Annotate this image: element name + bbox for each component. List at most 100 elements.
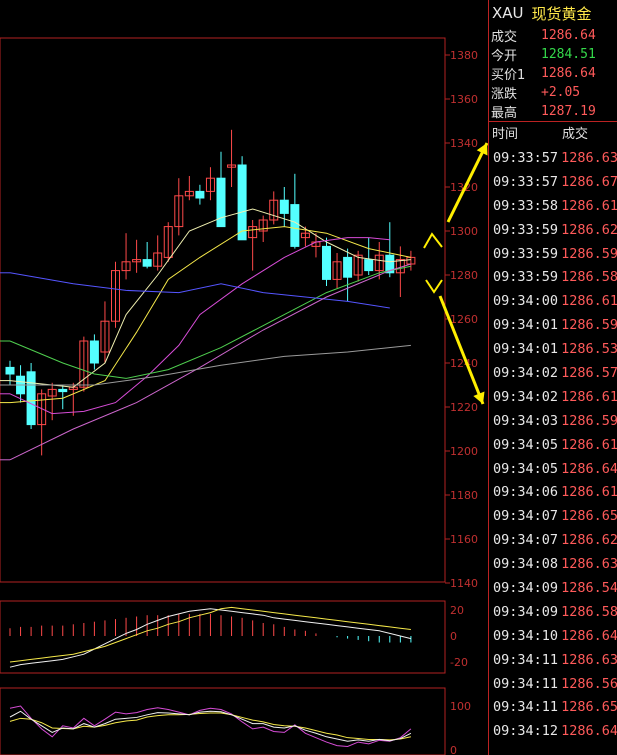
tick-time: 09:33:58 bbox=[493, 197, 559, 214]
tick-row: 09:34:12 1286.64 bbox=[489, 719, 617, 743]
tick-time: 09:34:02 bbox=[493, 364, 559, 381]
tick-time: 09:34:08 bbox=[493, 556, 559, 573]
price-tick-label: 1280 bbox=[450, 269, 478, 282]
tick-time: 09:33:57 bbox=[493, 173, 559, 190]
tick-time: 09:34:01 bbox=[493, 341, 559, 358]
kdj-tick-label: 100 bbox=[450, 700, 471, 713]
quote-label: 成交 bbox=[491, 30, 518, 45]
quote-rows: 成交 1286.64 今开 1284.51 买价1 1286.64 涨跌 +2.05 最高 128… bbox=[489, 26, 617, 121]
quote-value: 1287.19 bbox=[541, 104, 596, 119]
tick-time: 09:33:59 bbox=[493, 245, 559, 262]
tick-row: 09:34:10 1286.64 bbox=[489, 624, 617, 648]
moving-average-line bbox=[9, 263, 412, 461]
quote-value: 1286.64 bbox=[541, 28, 596, 43]
tick-row: 09:34:08 1286.63 bbox=[489, 552, 617, 576]
tick-row: 09:34:00 1286.61 bbox=[489, 289, 617, 313]
moving-average-line bbox=[9, 208, 411, 388]
price-tick-label: 1260 bbox=[450, 313, 478, 326]
tick-price: 1286.65 bbox=[561, 508, 617, 525]
tick-time: 09:34:09 bbox=[493, 603, 559, 620]
tick-price: 1286.62 bbox=[561, 221, 617, 238]
price-tick-label: 1180 bbox=[450, 489, 478, 502]
time-column-header: 时间 bbox=[492, 127, 519, 142]
tick-price: 1286.54 bbox=[561, 579, 617, 596]
quote-row: 成交 1286.64 bbox=[489, 26, 617, 45]
arrow-chevron-down bbox=[425, 279, 443, 294]
tick-row: 09:34:09 1286.54 bbox=[489, 576, 617, 600]
candle-body bbox=[364, 259, 374, 272]
price-tick-label: 1380 bbox=[450, 49, 478, 62]
quote-label: 最高 bbox=[491, 106, 518, 121]
price-tick-label: 1340 bbox=[450, 137, 478, 150]
tick-time: 09:34:05 bbox=[493, 460, 559, 477]
ticks-list[interactable]: 09:33:57 1286.63 09:33:57 1286.67 09:33:58 12… bbox=[489, 146, 617, 743]
tick-price: 1286.64 bbox=[561, 460, 617, 477]
tick-row: 09:34:05 1286.61 bbox=[489, 433, 617, 457]
quote-label: 今开 bbox=[491, 49, 518, 64]
tick-price: 1286.61 bbox=[561, 436, 617, 453]
candle-body bbox=[89, 340, 99, 364]
price-tick-label: 1200 bbox=[450, 445, 478, 458]
tick-price: 1286.61 bbox=[561, 388, 617, 405]
symbol-code: XAU bbox=[492, 4, 524, 22]
tick-time: 09:34:01 bbox=[493, 317, 559, 334]
candle-body bbox=[26, 371, 36, 426]
tick-row: 09:34:07 1286.65 bbox=[489, 504, 617, 528]
quote-side-panel: XAU 现货黄金 成交 1286.64 今开 1284.51 买价1 1286.64 涨跌 +… bbox=[488, 0, 617, 755]
tick-price: 1286.56 bbox=[561, 675, 617, 692]
moving-average-line bbox=[9, 226, 412, 404]
tick-price: 1286.61 bbox=[561, 197, 617, 214]
tick-price: 1286.64 bbox=[561, 723, 617, 740]
price-tick-label: 1160 bbox=[450, 533, 478, 546]
kdj-tick-label: 0 bbox=[450, 744, 457, 755]
candle-body bbox=[343, 256, 353, 278]
tick-price: 1286.67 bbox=[561, 173, 617, 190]
tick-price: 1286.61 bbox=[561, 293, 617, 310]
tick-row: 09:34:03 1286.59 bbox=[489, 409, 617, 433]
arrow-chevron-up bbox=[423, 232, 443, 249]
tick-time: 09:34:11 bbox=[493, 651, 559, 668]
candle-body bbox=[237, 164, 247, 241]
tick-price: 1286.63 bbox=[561, 149, 617, 166]
quote-row: 最高 1287.19 bbox=[489, 102, 617, 121]
ticks-table-header: 时间 成交 bbox=[489, 121, 617, 143]
tick-row: 09:34:07 1286.62 bbox=[489, 528, 617, 552]
quote-row: 今开 1284.51 bbox=[489, 45, 617, 64]
tick-row: 09:34:05 1286.64 bbox=[489, 457, 617, 481]
tick-row: 09:33:59 1286.62 bbox=[489, 218, 617, 242]
candle-body bbox=[322, 245, 331, 280]
tick-price: 1286.58 bbox=[561, 603, 617, 620]
tick-row: 09:34:02 1286.61 bbox=[489, 385, 617, 409]
tick-row: 09:34:11 1286.63 bbox=[489, 648, 617, 672]
tick-price: 1286.59 bbox=[561, 245, 617, 262]
tick-price: 1286.57 bbox=[561, 364, 617, 381]
kdj-k-line bbox=[9, 710, 412, 742]
price-tick-label: 1140 bbox=[450, 577, 478, 590]
quote-value: +2.05 bbox=[541, 85, 581, 100]
tick-row: 09:34:11 1286.65 bbox=[489, 695, 617, 719]
quote-value: 1286.64 bbox=[541, 66, 596, 81]
tick-time: 09:33:59 bbox=[493, 269, 559, 286]
tick-price: 1286.65 bbox=[561, 699, 617, 716]
tick-time: 09:34:03 bbox=[493, 412, 559, 429]
quote-label: 涨跌 bbox=[491, 87, 518, 102]
tick-row: 09:34:01 1286.59 bbox=[489, 313, 617, 337]
tick-row: 09:33:59 1286.59 bbox=[489, 242, 617, 266]
tick-price: 1286.59 bbox=[561, 317, 617, 334]
moving-average-line bbox=[94, 344, 411, 386]
tick-time: 09:34:11 bbox=[493, 699, 559, 716]
macd-tick-label: -20 bbox=[450, 656, 468, 669]
tick-price: 1286.64 bbox=[561, 627, 617, 644]
tick-row: 09:34:01 1286.53 bbox=[489, 337, 617, 361]
tick-row: 09:33:57 1286.67 bbox=[489, 170, 617, 194]
macd-panel-frame bbox=[0, 600, 446, 674]
tick-time: 09:34:05 bbox=[493, 436, 559, 453]
tick-price: 1286.61 bbox=[561, 484, 617, 501]
candle-body bbox=[5, 366, 15, 375]
tick-price: 1286.59 bbox=[561, 412, 617, 429]
tick-time: 09:33:59 bbox=[493, 221, 559, 238]
candle-body bbox=[279, 199, 289, 214]
tick-row: 09:33:59 1286.58 bbox=[489, 265, 617, 289]
tick-price: 1286.53 bbox=[561, 341, 617, 358]
candle-body bbox=[142, 259, 152, 267]
